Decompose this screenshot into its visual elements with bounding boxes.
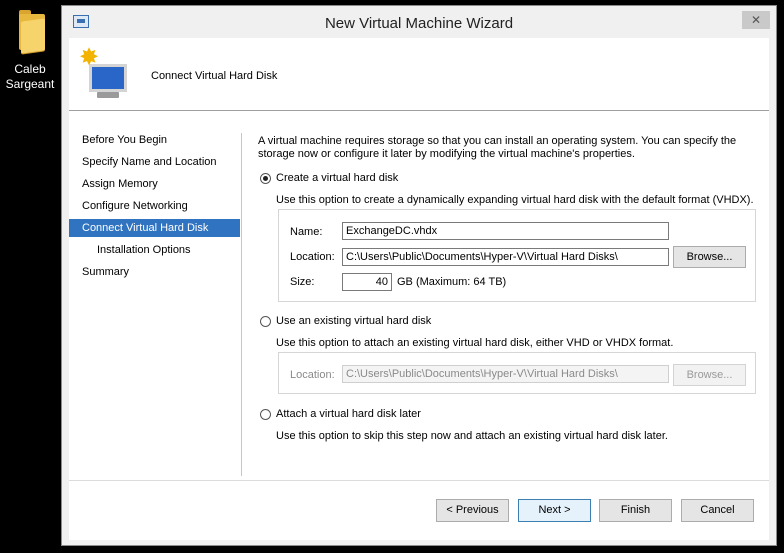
next-button[interactable]: Next > [518,499,591,522]
create-vhd-label[interactable]: Create a virtual hard disk [276,172,398,184]
existing-vhd-location-input[interactable]: C:\Users\Public\Documents\Hyper-V\Virtua… [342,365,669,383]
footer-divider [69,480,769,481]
nav-item-connect-virtual-hard-disk[interactable]: Connect Virtual Hard Disk [69,219,240,237]
existing-vhd-label[interactable]: Use an existing virtual hard disk [276,315,431,327]
wizard-window: New Virtual Machine Wizard ✕ ✸ Connect V… [61,5,777,546]
wizard-steps-nav: Before You Begin Specify Name and Locati… [69,111,242,471]
vhd-name-input[interactable]: ExchangeDC.vhdx [342,222,669,240]
nav-item-specify-name-location[interactable]: Specify Name and Location [69,153,240,171]
vhd-size-input[interactable]: 40 [342,273,392,291]
create-vhd-description: Use this option to create a dynamically … [276,194,754,206]
close-button[interactable]: ✕ [742,11,770,29]
nav-divider [241,133,242,476]
existing-vhd-group: Location: C:\Users\Public\Documents\Hype… [278,352,756,394]
wizard-header: ✸ Connect Virtual Hard Disk [69,38,769,111]
nav-item-summary[interactable]: Summary [69,263,240,281]
wizard-content: Before You Begin Specify Name and Locati… [69,111,769,540]
desktop-folder-label: Caleb Sargeant [5,62,55,91]
attach-later-label[interactable]: Attach a virtual hard disk later [276,408,421,420]
existing-vhd-radio[interactable] [260,316,271,327]
name-label: Name: [290,226,323,238]
vhd-location-input[interactable]: C:\Users\Public\Documents\Hyper-V\Virtua… [342,248,669,266]
previous-button[interactable]: < Previous [436,499,509,522]
attach-later-description: Use this option to skip this step now an… [276,430,668,442]
nav-item-installation-options[interactable]: Installation Options [69,241,240,259]
size-label: Size: [290,276,315,288]
intro-text: A virtual machine requires storage so th… [258,135,737,160]
window-title: New Virtual Machine Wizard [324,15,514,32]
desktop-folder-caleb-sargeant[interactable]: Caleb Sargeant [0,6,60,92]
nav-item-before-you-begin[interactable]: Before You Begin [69,131,240,149]
existing-browse-button[interactable]: Browse... [673,364,746,386]
finish-button[interactable]: Finish [599,499,672,522]
existing-vhd-description: Use this option to attach an existing vi… [276,337,674,349]
cancel-button[interactable]: Cancel [681,499,754,522]
folder-icon [13,6,47,54]
nav-item-configure-networking[interactable]: Configure Networking [69,197,240,215]
create-vhd-group: Name: ExchangeDC.vhdx Location: C:\Users… [278,209,756,302]
nav-item-assign-memory[interactable]: Assign Memory [69,175,240,193]
page-title: Connect Virtual Hard Disk [151,70,278,82]
title-bar[interactable]: New Virtual Machine Wizard ✕ [62,6,776,38]
existing-location-label: Location: [290,369,335,381]
create-vhd-radio[interactable] [260,173,271,184]
new-vm-wizard-icon: ✸ [79,46,131,106]
size-maximum-note: GB (Maximum: 64 TB) [397,276,507,288]
browse-location-button[interactable]: Browse... [673,246,746,268]
location-label: Location: [290,251,335,263]
attach-later-radio[interactable] [260,409,271,420]
